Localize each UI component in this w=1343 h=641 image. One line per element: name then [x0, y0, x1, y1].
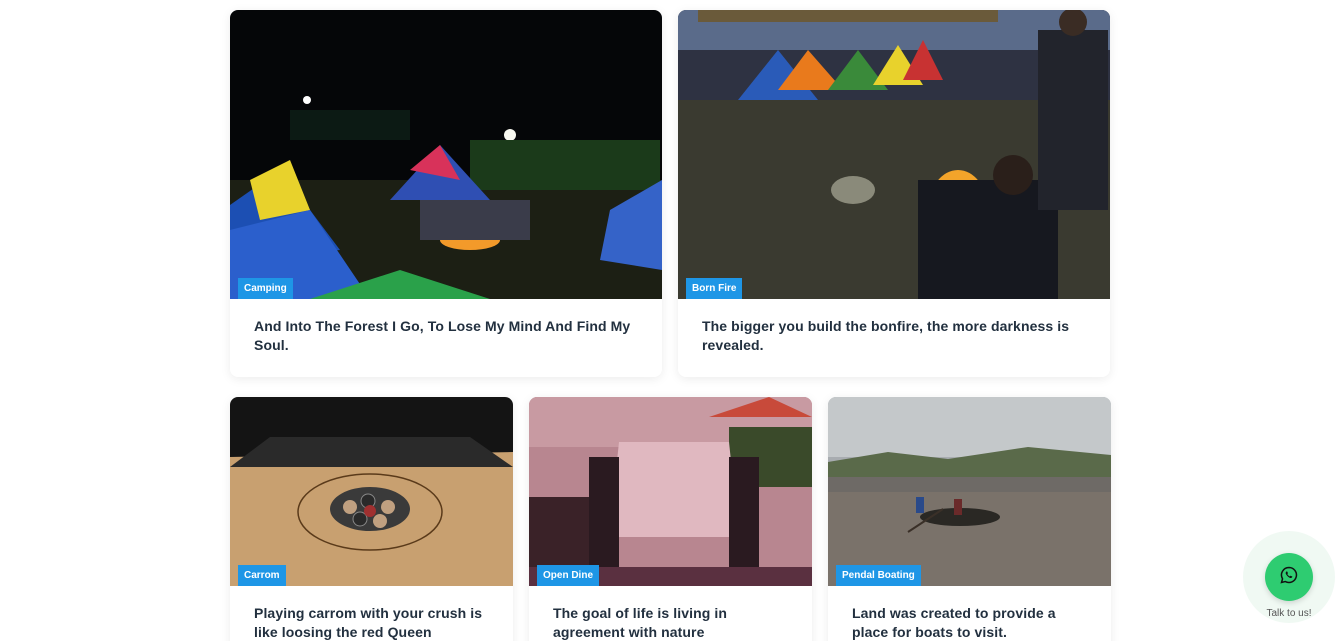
card-caption[interactable]: Land was created to provide a place for …	[828, 586, 1111, 641]
gallery-row-top: Camping And Into The Forest I Go, To Los…	[230, 10, 1110, 377]
gallery-row-bottom: Carrom Playing carrom with your crush is…	[230, 397, 1111, 641]
category-tag[interactable]: Carrom	[238, 565, 286, 586]
whatsapp-label: Talk to us!	[1266, 608, 1312, 619]
camping-photo: Camping	[230, 10, 662, 299]
bonfire-photo: Born Fire	[678, 10, 1110, 299]
category-tag[interactable]: Pendal Boating	[836, 565, 921, 586]
carrom-photo: Carrom	[230, 397, 513, 586]
category-tag[interactable]: Born Fire	[686, 278, 743, 299]
gallery-card-born-fire[interactable]: Born Fire The bigger you build the bonfi…	[678, 10, 1110, 377]
gallery-card-pendal-boating[interactable]: Pendal Boating Land was created to provi…	[828, 397, 1111, 641]
open-dine-photo: Open Dine	[529, 397, 812, 586]
whatsapp-chat-button[interactable]	[1265, 553, 1313, 601]
gallery-card-open-dine[interactable]: Open Dine The goal of life is living in …	[529, 397, 812, 641]
card-caption[interactable]: And Into The Forest I Go, To Lose My Min…	[230, 299, 662, 355]
card-caption[interactable]: The goal of life is living in agreement …	[529, 586, 812, 641]
category-tag[interactable]: Camping	[238, 278, 293, 299]
card-caption[interactable]: Playing carrom with your crush is like l…	[230, 586, 513, 641]
gallery-card-camping[interactable]: Camping And Into The Forest I Go, To Los…	[230, 10, 662, 377]
category-tag[interactable]: Open Dine	[537, 565, 600, 586]
boating-photo: Pendal Boating	[828, 397, 1111, 586]
whatsapp-icon	[1280, 566, 1298, 589]
card-caption[interactable]: The bigger you build the bonfire, the mo…	[678, 299, 1110, 355]
gallery-card-carrom[interactable]: Carrom Playing carrom with your crush is…	[230, 397, 513, 641]
